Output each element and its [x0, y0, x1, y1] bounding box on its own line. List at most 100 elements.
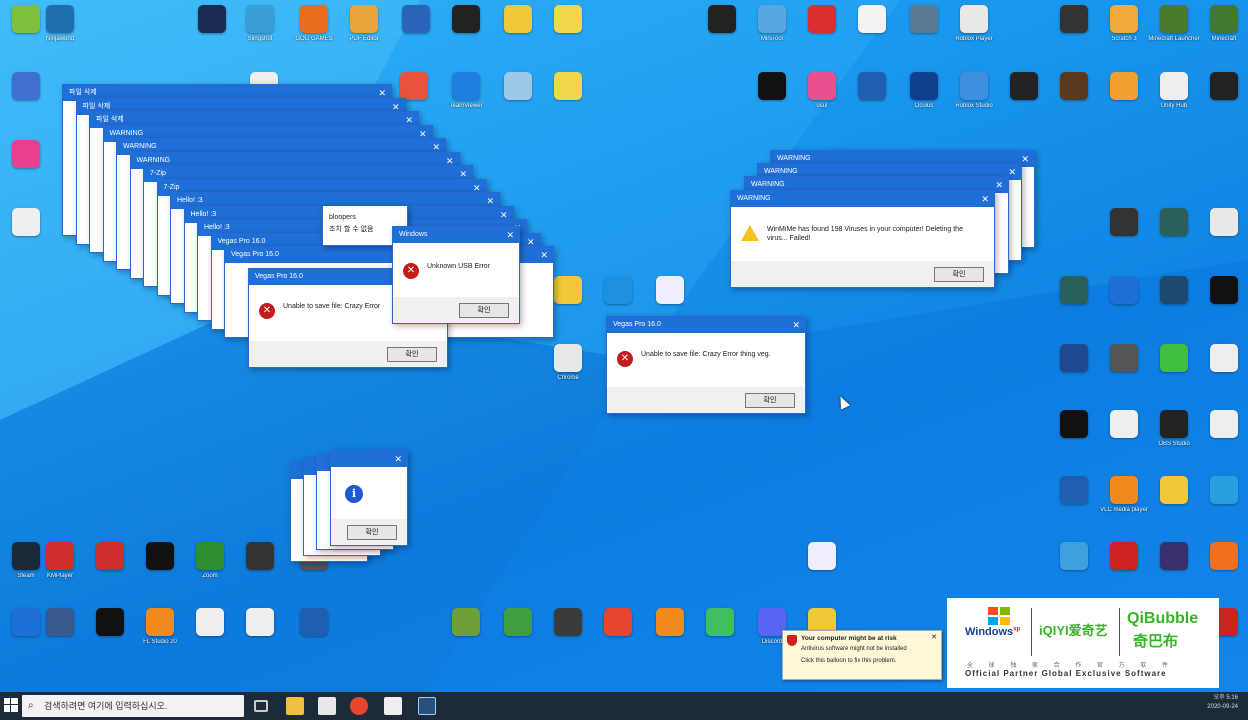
desktop-icon[interactable]	[34, 608, 86, 658]
desktop-icon[interactable]	[846, 5, 898, 55]
desktop-icon[interactable]	[492, 608, 544, 658]
desktop-icon[interactable]: Ninjaworld	[34, 5, 86, 55]
desktop-icon[interactable]	[134, 542, 186, 592]
desktop-icon[interactable]	[1148, 476, 1200, 526]
close-icon[interactable]: ✕	[1021, 151, 1029, 167]
desktop-icon[interactable]: Roblox Studio	[948, 72, 1000, 122]
desktop-icon[interactable]	[1048, 410, 1100, 460]
desktop-icon[interactable]	[0, 140, 52, 190]
desktop-icon[interactable]	[746, 72, 798, 122]
desktop-icon[interactable]	[592, 608, 644, 658]
close-icon[interactable]: ✕	[931, 633, 937, 641]
app-icon[interactable]	[384, 697, 402, 715]
desktop-icon[interactable]	[1198, 344, 1248, 394]
info-dialog[interactable]: ✕ i 확인	[330, 450, 408, 546]
desktop-icon[interactable]: GOG GAMES	[288, 5, 340, 55]
desktop-icon[interactable]	[846, 72, 898, 122]
desktop-icon[interactable]	[84, 608, 136, 658]
desktop-icon[interactable]	[1048, 476, 1100, 526]
desktop-icon[interactable]	[998, 72, 1050, 122]
desktop-icon[interactable]: osu!	[796, 72, 848, 122]
desktop-icon[interactable]	[1148, 542, 1200, 592]
chrome-icon[interactable]	[350, 697, 368, 715]
desktop-icon[interactable]	[1198, 72, 1248, 122]
desktop-icon[interactable]: Minecraft	[1198, 5, 1248, 55]
system-clock[interactable]: 오후 5:16 2020-09-24	[1188, 694, 1238, 712]
ok-button[interactable]: 확인	[745, 393, 795, 408]
desktop-icon[interactable]	[1198, 276, 1248, 326]
desktop-icon[interactable]	[492, 72, 544, 122]
vegas-error-dialog-center[interactable]: Vegas Pro 16.0 ✕ ✕ Unable to save file: C…	[606, 316, 806, 414]
close-icon[interactable]: ✕	[981, 191, 989, 207]
desktop-icon[interactable]: TeamViewer	[440, 72, 492, 122]
desktop-icon[interactable]: Oculus	[898, 72, 950, 122]
desktop-icon[interactable]: Slingshot	[234, 5, 286, 55]
desktop-icon[interactable]: Chrome	[542, 344, 594, 394]
close-icon[interactable]: ✕	[1008, 164, 1016, 180]
desktop-icon[interactable]	[1098, 344, 1150, 394]
desktop-icon[interactable]	[186, 5, 238, 55]
desktop-icon[interactable]	[796, 5, 848, 55]
dialog-titlebar[interactable]: Windows ✕	[393, 227, 519, 243]
desktop-icon[interactable]	[1098, 208, 1150, 258]
vegas-icon[interactable]	[418, 697, 436, 715]
desktop-icon[interactable]: VLC media player	[1098, 476, 1150, 526]
desktop-icon[interactable]	[1098, 72, 1150, 122]
desktop-icon[interactable]	[1098, 542, 1150, 592]
desktop-icon[interactable]	[644, 608, 696, 658]
desktop-icon[interactable]	[184, 608, 236, 658]
desktop-icon[interactable]	[288, 608, 340, 658]
desktop-icon[interactable]	[1148, 344, 1200, 394]
desktop-icon[interactable]	[1198, 410, 1248, 460]
desktop-icon[interactable]: Zoom	[184, 542, 236, 592]
close-icon[interactable]: ✕	[792, 317, 800, 333]
desktop-icon[interactable]	[1198, 208, 1248, 258]
desktop-icon[interactable]	[0, 72, 52, 122]
ok-button[interactable]: 확인	[387, 347, 437, 362]
desktop-icon[interactable]	[542, 72, 594, 122]
desktop-icon[interactable]	[1198, 542, 1248, 592]
ok-button[interactable]: 확인	[934, 267, 984, 282]
desktop-icon[interactable]: PDF Editor	[338, 5, 390, 55]
desktop-icon[interactable]	[1148, 208, 1200, 258]
close-icon[interactable]: ✕	[540, 247, 548, 263]
task-view-icon[interactable]	[254, 700, 268, 712]
desktop-icon[interactable]: FL Studio 20	[134, 608, 186, 658]
desktop-icon[interactable]	[234, 542, 286, 592]
desktop-icon[interactable]	[0, 208, 52, 258]
desktop-icon[interactable]: MiniTool	[746, 5, 798, 55]
desktop-icon[interactable]	[84, 542, 136, 592]
ok-button[interactable]: 확인	[459, 303, 509, 318]
close-icon[interactable]: ✕	[995, 177, 1003, 193]
store-icon[interactable]	[318, 697, 336, 715]
desktop-icon[interactable]	[1148, 276, 1200, 326]
desktop-icon[interactable]	[1048, 344, 1100, 394]
desktop-icon[interactable]	[542, 608, 594, 658]
desktop-icon[interactable]	[696, 5, 748, 55]
dialog-titlebar[interactable]: Vegas Pro 16.0 ✕	[607, 317, 805, 333]
desktop-icon[interactable]	[1098, 276, 1150, 326]
desktop-icon[interactable]	[1048, 542, 1100, 592]
desktop-icon[interactable]	[898, 5, 950, 55]
desktop-icon[interactable]	[796, 542, 848, 592]
windows-start-icon[interactable]	[4, 698, 18, 712]
desktop-icon[interactable]	[492, 5, 544, 55]
virus-warning-dialog[interactable]: WARNING ✕ WinMiMe has found 198 Viruses i…	[730, 190, 995, 288]
ok-button[interactable]: 확인	[347, 525, 397, 540]
desktop-icon[interactable]	[1048, 5, 1100, 55]
windows-usb-error-dialog[interactable]: Windows ✕ ✕ Unknown USB Error 확인	[392, 226, 520, 324]
desktop-icon[interactable]	[440, 608, 492, 658]
file-explorer-icon[interactable]	[286, 697, 304, 715]
desktop-icon[interactable]: Minecraft Launcher	[1148, 5, 1200, 55]
taskbar-search-box[interactable]: ⌕ 검색하려면 여기에 입력하십시오.	[22, 695, 244, 717]
desktop-icon[interactable]: KMPlayer	[34, 542, 86, 592]
desktop-icon[interactable]	[694, 608, 746, 658]
desktop-icon[interactable]	[234, 608, 286, 658]
desktop-icon[interactable]: Scratch 3	[1098, 5, 1150, 55]
security-notification-balloon[interactable]: ✕ Your computer might be at risk Antivir…	[782, 630, 942, 680]
desktop-icon[interactable]	[1198, 476, 1248, 526]
dialog-titlebar[interactable]: WARNING ✕	[731, 191, 994, 207]
desktop-icon[interactable]	[542, 5, 594, 55]
desktop-icon[interactable]: Unity Hub	[1148, 72, 1200, 122]
desktop-icon[interactable]	[1048, 276, 1100, 326]
